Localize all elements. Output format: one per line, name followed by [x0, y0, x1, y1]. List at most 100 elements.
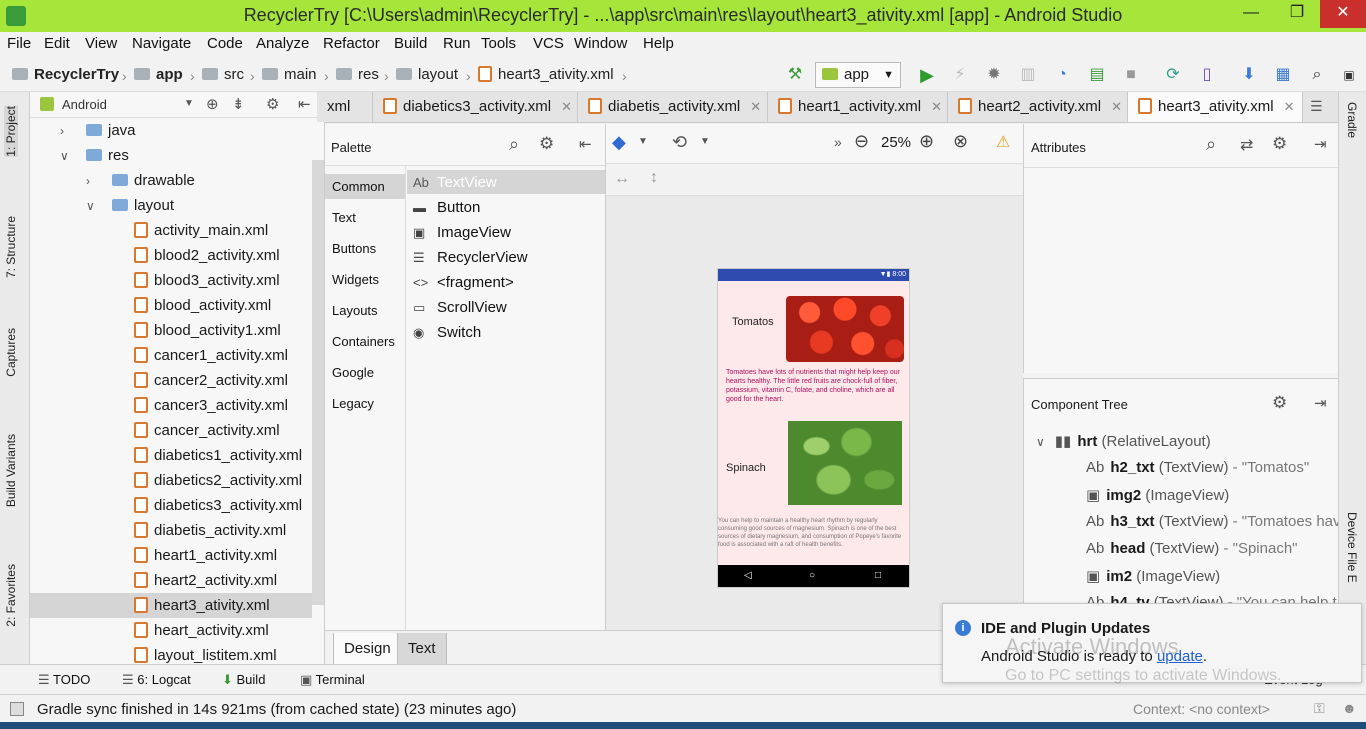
- tree-file[interactable]: blood_activity1.xml: [30, 318, 312, 343]
- chevron-down-icon[interactable]: ▼: [700, 136, 710, 147]
- palette-category[interactable]: Layouts: [332, 303, 378, 318]
- chevron-down-icon[interactable]: ▼: [184, 98, 194, 109]
- orientation-icon[interactable]: ⟲: [672, 132, 687, 153]
- tomatos-label[interactable]: Tomatos: [732, 316, 774, 328]
- hide-panel-icon[interactable]: ⇥: [1314, 394, 1327, 412]
- close-icon[interactable]: ✕: [1284, 99, 1295, 114]
- tab-editor-active[interactable]: heart3_ativity.xml ✕: [1128, 92, 1303, 122]
- palette-item-scrollview[interactable]: ▭ ScrollView: [413, 299, 507, 316]
- menu-analyze[interactable]: Analyze: [256, 35, 309, 52]
- tree-folder[interactable]: › drawable: [30, 168, 312, 193]
- hide-panel-icon[interactable]: ⇤: [298, 95, 311, 113]
- menu-edit[interactable]: Edit: [44, 35, 70, 52]
- gear-icon[interactable]: ⚙: [539, 134, 554, 154]
- palette-item-fragment[interactable]: <> <fragment>: [413, 274, 514, 291]
- tomatoes-description[interactable]: Tomatoes have lots of nutrients that mig…: [726, 368, 908, 404]
- breadcrumb-app[interactable]: app: [134, 66, 183, 83]
- chevron-down-icon[interactable]: ▼: [638, 136, 648, 147]
- spinach-image[interactable]: [788, 421, 902, 505]
- build-button[interactable]: ⬇ Build: [222, 672, 265, 688]
- palette-category[interactable]: Google: [332, 365, 374, 380]
- menu-window[interactable]: Window: [574, 35, 627, 52]
- tree-file[interactable]: activity_main.xml: [30, 218, 312, 243]
- hide-panel-icon[interactable]: ⇤: [579, 135, 592, 153]
- status-toggle-icon[interactable]: [10, 702, 24, 716]
- sdk-manager-icon[interactable]: ⬇: [1238, 64, 1260, 86]
- tree-node-img2[interactable]: ▣ img2 (ImageView): [1086, 486, 1229, 504]
- locate-icon[interactable]: ⊕: [206, 95, 219, 113]
- zoom-out-icon[interactable]: ⊖: [854, 131, 869, 152]
- tree-file[interactable]: diabetis_activity.xml: [30, 518, 312, 543]
- chevron-right-icon[interactable]: ›: [86, 169, 100, 194]
- breadcrumb-layout[interactable]: layout: [396, 66, 458, 83]
- terminal-icon[interactable]: ▣: [1338, 64, 1360, 86]
- tree-file[interactable]: heart2_activity.xml: [30, 568, 312, 593]
- minimize-button[interactable]: —: [1228, 0, 1274, 28]
- gauge-icon[interactable]: ◔: [1051, 64, 1073, 86]
- breadcrumb-file[interactable]: heart3_ativity.xml: [478, 66, 614, 83]
- close-icon[interactable]: ✕: [1111, 99, 1122, 114]
- tree-file[interactable]: blood_activity.xml: [30, 293, 312, 318]
- palette-category[interactable]: Widgets: [332, 272, 379, 287]
- palette-category[interactable]: Common: [332, 179, 385, 194]
- layers-icon[interactable]: ◆: [612, 132, 626, 153]
- tab-editor[interactable]: heart2_activity.xml ✕: [948, 92, 1128, 122]
- palette-category[interactable]: Legacy: [332, 396, 374, 411]
- close-icon[interactable]: ✕: [561, 99, 572, 114]
- palette-category[interactable]: Text: [332, 210, 356, 225]
- tree-file[interactable]: heart3_ativity.xml: [30, 593, 312, 618]
- tree-file[interactable]: heart1_activity.xml: [30, 543, 312, 568]
- tab-editor[interactable]: diabetics3_activity.xml ✕: [373, 92, 578, 122]
- tree-file[interactable]: cancer2_activity.xml: [30, 368, 312, 393]
- hammer-icon[interactable]: ⚒: [784, 64, 806, 86]
- chevron-down-icon[interactable]: ∨: [60, 144, 74, 169]
- search-icon[interactable]: ⌕: [1206, 134, 1216, 155]
- search-icon[interactable]: ⌕: [1306, 64, 1328, 86]
- breadcrumb-src[interactable]: src: [202, 66, 244, 83]
- avd-manager-icon[interactable]: ▯: [1196, 64, 1218, 86]
- notifications-icon[interactable]: ☻: [1342, 700, 1357, 716]
- apply-changes-icon[interactable]: ⚡: [949, 64, 971, 86]
- menu-view[interactable]: View: [85, 35, 117, 52]
- gear-icon[interactable]: ⚙: [1272, 134, 1287, 154]
- chevron-right-icon[interactable]: ›: [60, 119, 74, 144]
- breadcrumb-res[interactable]: res: [336, 66, 379, 83]
- tree-file[interactable]: cancer1_activity.xml: [30, 343, 312, 368]
- project-scrollbar[interactable]: [312, 160, 324, 605]
- sync-icon[interactable]: ⟳: [1162, 64, 1184, 86]
- tree-folder[interactable]: ∨ res: [30, 143, 312, 168]
- tree-file[interactable]: heart_activity.xml: [30, 618, 312, 643]
- build-variants-tool-button[interactable]: Build Variants: [4, 434, 18, 507]
- tomatoes-image[interactable]: [786, 296, 904, 362]
- menu-code[interactable]: Code: [207, 35, 243, 52]
- tree-file[interactable]: diabetics3_activity.xml: [30, 493, 312, 518]
- hide-panel-icon[interactable]: ⇥: [1314, 135, 1327, 153]
- project-structure-icon[interactable]: ▦: [1272, 64, 1294, 86]
- todo-button[interactable]: ☰ TODO: [38, 672, 90, 688]
- tree-node-head[interactable]: Ab head (TextView) - "Spinach": [1086, 540, 1298, 557]
- run-icon[interactable]: ▶: [916, 64, 938, 86]
- tree-node-im2[interactable]: ▣ im2 (ImageView): [1086, 567, 1220, 585]
- tree-file[interactable]: diabetics2_activity.xml: [30, 468, 312, 493]
- palette-item-switch[interactable]: ◉ Switch: [413, 324, 481, 341]
- tab-text[interactable]: Text: [397, 633, 447, 665]
- tree-folder[interactable]: › java: [30, 118, 312, 143]
- breadcrumb-main[interactable]: main: [262, 66, 317, 83]
- palette-category[interactable]: Containers: [332, 334, 395, 349]
- terminal-button[interactable]: ▣ Terminal: [300, 672, 365, 688]
- menu-refactor[interactable]: Refactor: [323, 35, 380, 52]
- zoom-in-icon[interactable]: ⊕: [919, 131, 934, 152]
- collapse-all-icon[interactable]: ⇟: [232, 95, 245, 113]
- horizontal-resize-icon[interactable]: ↔: [614, 170, 630, 188]
- tab-editor[interactable]: diabetis_activity.xml ✕: [578, 92, 768, 122]
- palette-item-imageview[interactable]: ▣ ImageView: [413, 224, 511, 241]
- tree-file[interactable]: blood3_activity.xml: [30, 268, 312, 293]
- tree-node-root[interactable]: ∨ ▮▮ hrt (RelativeLayout): [1036, 432, 1211, 450]
- debug-icon[interactable]: ✹: [983, 64, 1005, 86]
- overflow-icon[interactable]: »: [834, 134, 842, 150]
- tab-editor[interactable]: xml: [317, 92, 373, 122]
- attach-debugger-icon[interactable]: ▤: [1086, 64, 1108, 86]
- tree-file[interactable]: blood2_activity.xml: [30, 243, 312, 268]
- gradle-tool-button[interactable]: Gradle: [1345, 102, 1359, 138]
- palette-item-button[interactable]: ▬ Button: [413, 199, 480, 216]
